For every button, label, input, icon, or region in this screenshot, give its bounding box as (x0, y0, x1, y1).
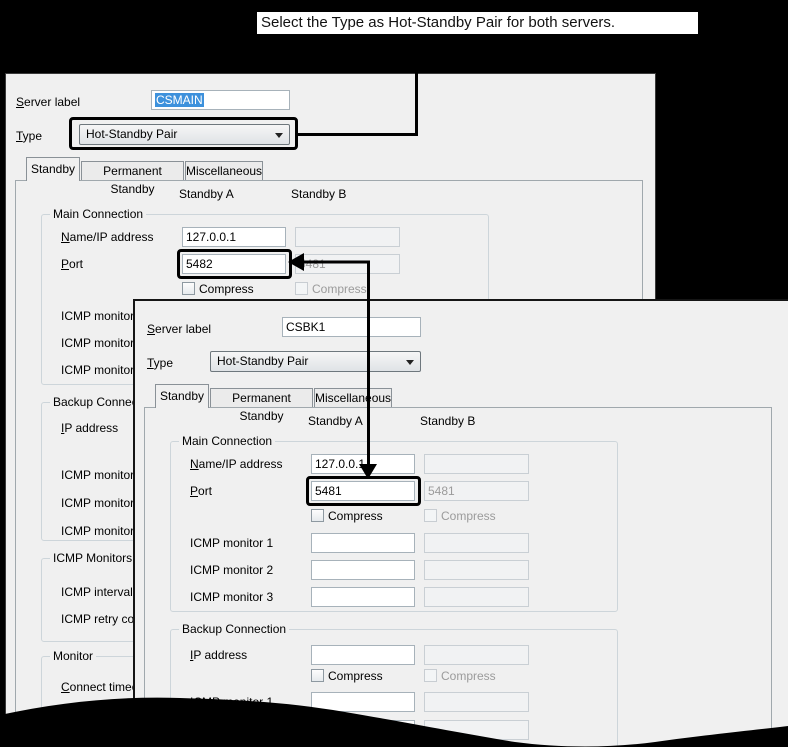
compress-label-a: Compress (199, 282, 254, 296)
column-header-standby-b: Standby B (291, 187, 346, 201)
backup-icmp-1-label: ICMP monitor 1 (190, 695, 273, 709)
server-label-key: S (16, 95, 24, 109)
icmp-monitors-legend: ICMP Monitors (50, 551, 135, 565)
server-label-rest: erver label (24, 95, 80, 109)
tab-miscellaneous[interactable]: Miscellaneous (314, 388, 392, 407)
ip-address-rest: P address (193, 648, 247, 662)
tab-miscellaneous[interactable]: Miscellaneous (185, 161, 263, 180)
name-ip-rest: ame/IP address (199, 457, 283, 471)
type-combo-value: Hot-Standby Pair (217, 354, 308, 368)
server-label: Server label (16, 95, 80, 109)
name-ip-rest: ame/IP address (70, 230, 154, 244)
port-rest: ort (69, 257, 83, 271)
backup-connection-legend: Backup Connection (179, 622, 289, 636)
compress-label-b: Compress (312, 282, 367, 296)
backup-compress-label-b: Compress (441, 669, 496, 683)
tab-permanent-standby[interactable]: Permanent Standby (81, 161, 184, 180)
name-ip-input-a[interactable]: 127.0.0.1 (311, 454, 415, 474)
backup-ip-input-a[interactable] (311, 645, 415, 665)
request-timeout-key: R (61, 707, 70, 721)
name-ip-input-a[interactable]: 127.0.0.1 (182, 227, 286, 247)
port-input-b: 5481 (295, 254, 400, 274)
type-combo[interactable]: Hot-Standby Pair (210, 351, 421, 372)
icmp-monitor-2-label: ICMP monitor 2 (61, 336, 144, 350)
ip-address-rest: P address (64, 421, 118, 435)
type-label-key: T (147, 356, 154, 370)
type-label-key: T (16, 129, 23, 143)
icmp-monitor-1-input-b (424, 533, 529, 553)
port-key: P (61, 257, 69, 271)
server-label-input[interactable]: CSMAIN (151, 90, 290, 110)
server-label-key: S (147, 322, 155, 336)
server-label-rest: erver label (155, 322, 211, 336)
port-rest: ort (198, 484, 212, 498)
type-highlight-box (69, 117, 298, 150)
name-ip-label: Name/IP address (190, 457, 283, 471)
backup-icmp-2-label: ICMP monitor 2 (61, 496, 144, 510)
icmp-monitor-2-input-b (424, 560, 529, 580)
main-connection-legend: Main Connection (179, 434, 275, 448)
selected-text: CSMAIN (155, 93, 204, 107)
backup-ip-input-b (424, 645, 529, 665)
name-ip-key: N (61, 230, 70, 244)
column-header-standby-a: Standby A (308, 414, 363, 428)
tab-standby[interactable]: Standby (155, 384, 209, 408)
tab-standby[interactable]: Standby (26, 157, 80, 181)
icmp-monitor-2-input-a[interactable] (311, 560, 415, 580)
backup-icmp-1-input-b (424, 692, 529, 712)
name-ip-key: N (190, 457, 199, 471)
server-label: Server label (147, 322, 211, 336)
icmp-monitor-1-label: ICMP monitor 1 (190, 536, 273, 550)
column-header-standby-b: Standby B (420, 414, 475, 428)
column-header-standby-a: Standby A (179, 187, 234, 201)
type-label: Type (147, 356, 173, 370)
dropdown-arrow-icon (406, 360, 414, 369)
backup-compress-checkbox-b (424, 669, 437, 682)
icmp-interval-label: ICMP interval (61, 585, 133, 599)
port-highlight-box (177, 249, 292, 279)
server-label-input[interactable]: CSBK1 (282, 317, 421, 337)
server-dialog-csbk1: Server label CSBK1 Type Hot-Standby Pair… (133, 299, 788, 747)
callout-note: Select the Type as Hot-Standby Pair for … (255, 10, 700, 36)
icmp-monitor-1-label: ICMP monitor 1 (61, 309, 144, 323)
tab-permanent-standby[interactable]: Permanent Standby (210, 388, 313, 407)
port-key: P (190, 484, 198, 498)
compress-label-b: Compress (441, 509, 496, 523)
type-label: Type (16, 129, 42, 143)
monitor-legend: Monitor (50, 649, 96, 663)
backup-compress-label-a: Compress (328, 669, 383, 683)
icmp-monitor-1-input-a[interactable] (311, 533, 415, 553)
backup-icmp-2-input-a[interactable] (311, 720, 415, 740)
icmp-monitor-2-label: ICMP monitor 2 (190, 563, 273, 577)
backup-icmp-3-label: ICMP monitor 3 (61, 524, 144, 538)
compress-checkbox-a[interactable] (182, 282, 195, 295)
icmp-monitor-3-input-b (424, 587, 529, 607)
icmp-monitor-3-label: ICMP monitor 3 (61, 363, 144, 377)
connect-timeout-key: C (61, 680, 70, 694)
backup-compress-checkbox-a[interactable] (311, 669, 324, 682)
port-label: Port (190, 484, 212, 498)
icmp-monitor-3-label: ICMP monitor 3 (190, 590, 273, 604)
compress-label-a: Compress (328, 509, 383, 523)
name-ip-label: Name/IP address (61, 230, 154, 244)
name-ip-input-b (295, 227, 400, 247)
screenshot: Server label CSMAIN Type Hot-Standby Pai… (0, 0, 788, 747)
compress-checkbox-b (424, 509, 437, 522)
backup-icmp-1-label: ICMP monitor 1 (61, 468, 144, 482)
type-label-rest: ype (23, 129, 42, 143)
ip-address-label: IP address (190, 648, 247, 662)
name-ip-input-b (424, 454, 529, 474)
backup-icmp-1-input-a[interactable] (311, 692, 415, 712)
icmp-monitor-3-input-a[interactable] (311, 587, 415, 607)
type-label-rest: ype (154, 356, 173, 370)
compress-checkbox-a[interactable] (311, 509, 324, 522)
port-input-b: 5481 (424, 481, 529, 501)
main-connection-legend: Main Connection (50, 207, 146, 221)
backup-icmp-2-input-b (424, 720, 529, 740)
ip-address-label: IP address (61, 421, 118, 435)
port-highlight-box (306, 476, 421, 506)
port-label: Port (61, 257, 83, 271)
compress-checkbox-b (295, 282, 308, 295)
